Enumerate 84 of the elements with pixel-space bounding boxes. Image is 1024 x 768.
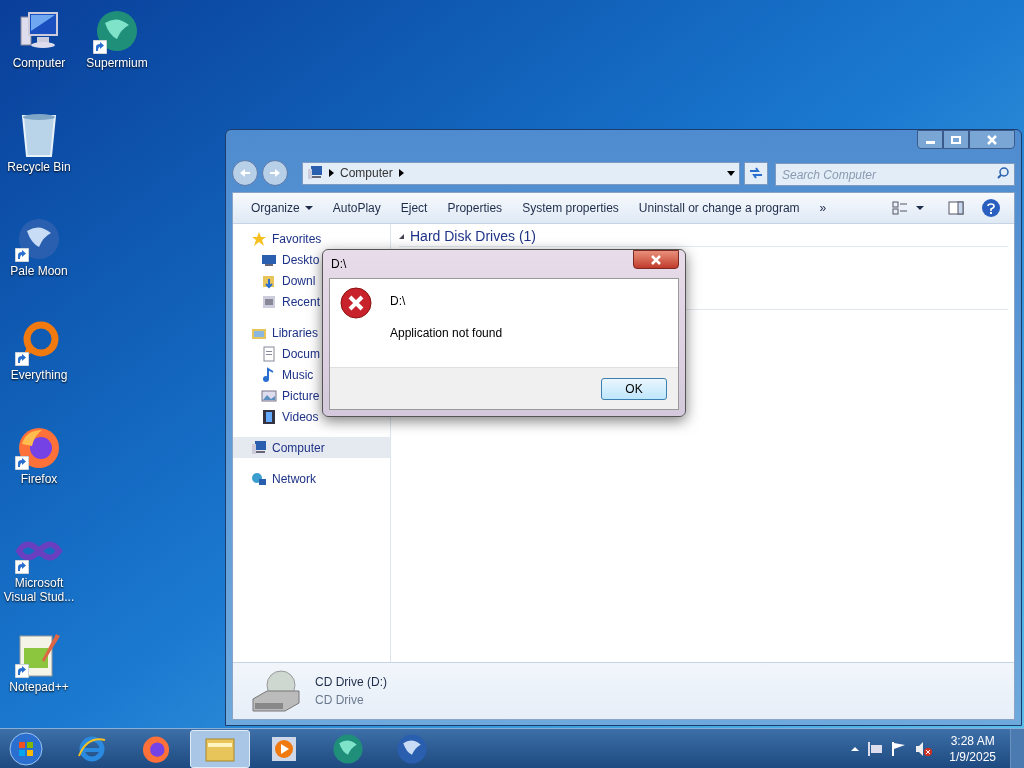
picture-icon bbox=[261, 387, 277, 404]
muted-speaker-icon[interactable] bbox=[915, 740, 934, 757]
close-icon bbox=[651, 254, 661, 265]
breadcrumb-item[interactable]: Computer bbox=[340, 164, 393, 182]
drive-name: CD Drive (D:) bbox=[315, 674, 387, 691]
desktop-icon-label[interactable]: Everything bbox=[1, 368, 77, 382]
maximize-button[interactable] bbox=[943, 130, 969, 149]
close-button[interactable] bbox=[969, 130, 1015, 149]
shortcut-arrow-icon bbox=[15, 456, 29, 470]
refresh-arrows-icon bbox=[749, 167, 763, 179]
nav-item[interactable]: Recent bbox=[233, 291, 390, 312]
network-monitor-icon[interactable] bbox=[867, 740, 884, 757]
nav-item[interactable]: Downl bbox=[233, 270, 390, 291]
drive-type: CD Drive bbox=[315, 692, 365, 709]
dropdown-caret-icon[interactable] bbox=[727, 170, 735, 176]
taskbar-button[interactable] bbox=[190, 729, 250, 768]
shortcut-arrow-icon bbox=[15, 352, 29, 366]
star-icon bbox=[251, 230, 267, 247]
shortcut-arrow-icon bbox=[93, 40, 107, 54]
dialog-title: D:\ bbox=[331, 256, 347, 273]
minimize-button[interactable] bbox=[917, 130, 943, 149]
dropdown-caret-icon bbox=[304, 206, 313, 210]
shortcut-arrow-icon bbox=[15, 248, 29, 262]
nav-item[interactable]: Computer bbox=[233, 437, 390, 458]
desktop-icon-label[interactable]: Firefox bbox=[1, 472, 77, 486]
notepad-icon bbox=[16, 632, 62, 678]
close-icon bbox=[987, 134, 997, 145]
desktop-icon-label[interactable]: Microsoft Visual Stud... bbox=[1, 576, 77, 604]
nav-item[interactable]: Videos bbox=[233, 406, 390, 427]
toolbar-button[interactable]: » bbox=[809, 196, 837, 220]
toolbar-button[interactable]: Properties bbox=[437, 196, 513, 220]
forward-arrow-icon bbox=[269, 168, 281, 178]
network-globe-icon bbox=[251, 470, 267, 487]
error-icon bbox=[340, 287, 372, 319]
dialog-message: Application not found bbox=[390, 325, 503, 342]
nav-item[interactable]: Libraries bbox=[233, 322, 390, 343]
search-icon bbox=[997, 166, 1009, 179]
nav-item[interactable]: Favorites bbox=[233, 228, 390, 249]
toolbar-button[interactable]: AutoPlay bbox=[322, 196, 391, 220]
desktop-icon-label[interactable]: Recycle Bin bbox=[1, 160, 77, 174]
shortcut-arrow-icon bbox=[15, 560, 29, 574]
collapse-triangle-icon[interactable] bbox=[399, 234, 404, 239]
group-header[interactable]: Hard Disk Drives (1) bbox=[410, 226, 536, 247]
forward-button[interactable] bbox=[262, 160, 288, 186]
film-icon bbox=[261, 408, 277, 425]
address-bar[interactable]: Computer bbox=[302, 161, 740, 185]
start-button[interactable] bbox=[6, 729, 46, 768]
back-arrow-icon bbox=[239, 168, 251, 178]
toolbar-button[interactable]: Eject bbox=[390, 196, 438, 220]
nav-item[interactable]: Picture bbox=[233, 385, 390, 406]
toolbar-button[interactable]: Uninstall or change a program bbox=[628, 196, 810, 220]
desktop-icon-label[interactable]: Supermium bbox=[79, 56, 155, 70]
nav-item[interactable]: Music bbox=[233, 364, 390, 385]
clock[interactable]: 3:28 AM 1/9/2025 bbox=[941, 732, 1004, 765]
breadcrumb-separator-icon bbox=[329, 169, 334, 177]
desktop-icon-label[interactable]: Notepad++ bbox=[1, 680, 77, 694]
breadcrumb-separator-icon bbox=[398, 169, 404, 177]
computer-icon bbox=[307, 165, 323, 181]
computer-icon bbox=[251, 439, 267, 456]
desktop-icon-label[interactable]: Computer bbox=[1, 56, 77, 70]
close-button[interactable] bbox=[633, 250, 679, 269]
desktop-icon-label[interactable]: Pale Moon bbox=[1, 264, 77, 278]
trash-bin-icon bbox=[19, 112, 59, 158]
nav-item[interactable]: Docum bbox=[233, 343, 390, 364]
disc-drive-icon bbox=[251, 669, 301, 713]
media-player-icon bbox=[270, 734, 298, 763]
toolbar-button[interactable]: Organize bbox=[241, 196, 323, 220]
nav-item[interactable]: Network bbox=[233, 468, 390, 489]
computer-icon bbox=[17, 11, 61, 51]
dropdown-caret-icon bbox=[916, 206, 924, 210]
help-button[interactable] bbox=[982, 199, 1000, 217]
toolbar-button[interactable]: System properties bbox=[512, 196, 629, 220]
search-field[interactable]: Search Computer bbox=[775, 163, 1015, 186]
document-icon bbox=[261, 345, 277, 362]
start-orb-icon bbox=[9, 731, 43, 766]
refresh-button[interactable] bbox=[744, 161, 768, 185]
shortcut-arrow-icon bbox=[15, 664, 29, 678]
ok-button[interactable]: OK bbox=[601, 377, 667, 400]
back-button[interactable] bbox=[232, 160, 258, 186]
pane-layout-icon bbox=[948, 201, 964, 215]
dialog-heading: D:\ bbox=[390, 293, 407, 310]
view-list-icon bbox=[892, 201, 908, 215]
help-icon bbox=[987, 202, 995, 214]
show-hidden-icons-arrow[interactable] bbox=[851, 746, 860, 751]
